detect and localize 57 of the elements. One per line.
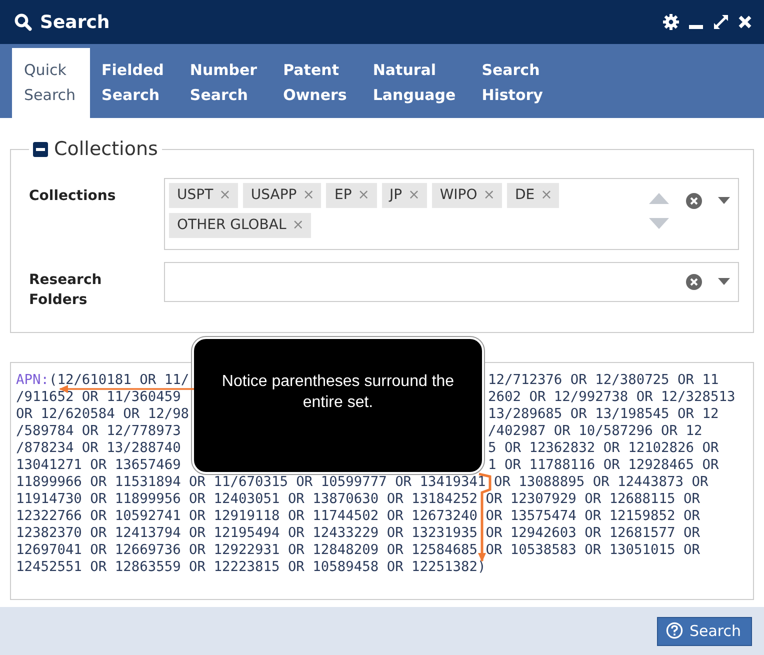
search-icon: [14, 13, 32, 31]
tag-label: DE: [514, 187, 535, 203]
tab[interactable]: Fielded Search: [90, 48, 178, 118]
tag-remove[interactable]: ×: [302, 187, 314, 203]
query-text: /878234 OR 13/288740: [16, 441, 181, 456]
tag-remove[interactable]: ×: [483, 187, 495, 203]
section-title: Collections: [54, 138, 158, 160]
query-text: 13041271 OR 13657469: [16, 458, 181, 473]
tab[interactable]: Number Search: [178, 48, 272, 118]
tag-remove[interactable]: ×: [292, 217, 304, 233]
tag-label: WIPO: [440, 187, 478, 203]
query-text: /911652 OR 11/360459: [16, 390, 181, 405]
tab[interactable]: Patent Owners: [271, 48, 361, 118]
close-icon[interactable]: [738, 15, 752, 29]
tab[interactable]: Quick Search: [12, 48, 90, 118]
tag-label: USAPP: [250, 187, 297, 203]
query-text: 1 OR 11788116 OR 12928465 OR: [488, 458, 720, 473]
query-text: 13/289685 OR 13/198545 OR 12: [488, 407, 720, 422]
query-text: 11914730 OR 11899956 OR 12403051 OR 13870630 OR 13184252 OR 12307929 OR 12688115 OR: [16, 492, 700, 507]
tag-remove[interactable]: ×: [408, 187, 420, 203]
tag-label: USPT: [177, 187, 214, 203]
expand-icon[interactable]: [713, 14, 729, 30]
collapse-icon[interactable]: [33, 142, 48, 156]
caret-icon[interactable]: [718, 278, 730, 286]
caret-icon[interactable]: [718, 197, 730, 205]
research-folders-field[interactable]: [164, 262, 739, 302]
query-text: 12/712376 OR 12/380725 OR 11: [488, 373, 720, 388]
query-text: OR 12/620584 OR 12/98: [16, 407, 190, 422]
tag-label: OTHER GLOBAL: [177, 217, 286, 233]
query-text: 12382370 OR 12413794 OR 12195494 OR 12433229 OR 13231935 OR 12942603 OR 12681577 OR: [16, 526, 700, 541]
help-icon: [666, 622, 684, 639]
callout-text: Notice parentheses surround the entire set.: [220, 372, 456, 412]
query-text: 12697041 OR 12669736 OR 12922931 OR 12848209 OR 12584685 OR 10538583 OR 13051015 OR: [16, 543, 700, 558]
tab[interactable]: Natural Language: [360, 48, 470, 118]
query-text: /589784 OR 12/778973: [16, 424, 181, 439]
window-title: Search: [40, 12, 110, 32]
query-text: 12452551 OR 12863559 OR 12223815 OR 10589458 OR 12251382): [16, 560, 486, 575]
clear-icon[interactable]: [686, 274, 702, 290]
field-prefix: APN:: [16, 373, 49, 388]
query-text: 5 OR 12362832 OR 12102826 OR: [488, 441, 720, 456]
tag-label: JP: [390, 187, 402, 203]
settings-icon[interactable]: [663, 14, 679, 30]
query-text: /402987 OR 10/587296 OR 12: [488, 424, 704, 439]
tag-remove[interactable]: ×: [219, 187, 231, 203]
tag-label: EP: [334, 187, 352, 203]
query-text: 2602 OR 12/992738 OR 12/328513: [488, 390, 736, 405]
clear-icon[interactable]: [686, 193, 702, 209]
query-text: (12/610181 OR 11/: [48, 373, 190, 388]
tag-remove[interactable]: ×: [540, 187, 552, 203]
search-button[interactable]: Search: [657, 616, 752, 646]
tab[interactable]: Search History: [470, 48, 557, 118]
field-label: Research Folders: [29, 271, 103, 310]
query-text: 12322766 OR 10592741 OR 12919118 OR 11744502 OR 12673240 OR 13575474 OR 12159852 OR: [16, 509, 700, 524]
query-text: 11899966 OR 11531894 OR 11/670315 OR 10599777 OR 13419341 OR 13088895 OR 12443873 OR: [16, 475, 708, 490]
field-label: Collections: [29, 187, 117, 206]
collections-field[interactable]: USPT × USAPP × EP × JP × WIPO × DE × OTHER GLOBAL ×: [164, 178, 739, 250]
tag-remove[interactable]: ×: [358, 187, 370, 203]
